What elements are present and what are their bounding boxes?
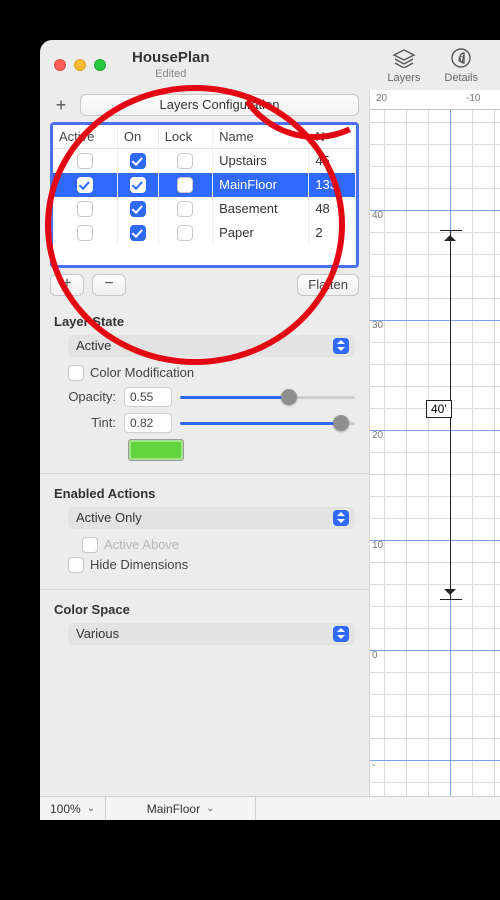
checkbox-icon [82,537,98,553]
layer-state-popup[interactable]: Active [68,335,355,357]
enabled-actions-heading: Enabled Actions [54,486,355,501]
svg-text:d: d [458,53,465,65]
status-bar: 100%⌄ MainFloor⌄ [40,796,500,820]
table-row[interactable]: Basement48 [53,197,356,221]
color-space-popup[interactable]: Various [68,623,355,645]
opacity-slider[interactable] [180,389,355,405]
add-layer-button[interactable]: + [50,274,84,296]
toolbar-details[interactable]: d Details [436,44,486,86]
checkbox-icon[interactable] [130,225,146,241]
hide-dimensions-checkbox[interactable]: Hide Dimensions [68,557,355,573]
layers-panel: + Layers Configuration Active On Lock Na… [40,90,370,796]
checkbox-icon[interactable] [77,153,93,169]
table-row[interactable]: Paper2 [53,221,356,245]
layers-icon [390,46,418,70]
active-above-checkbox: Active Above [82,537,355,553]
layer-name: MainFloor [213,173,309,197]
table-header: Active On Lock Name N [53,125,356,149]
layer-name: Basement [213,197,309,221]
checkbox-icon[interactable] [77,225,93,241]
layers-table[interactable]: Active On Lock Name N Upstairs45MainFloo… [50,122,359,268]
toolbar-layers[interactable]: Layers [379,44,428,86]
color-modification-checkbox[interactable]: Color Modification [68,365,355,381]
checkbox-icon[interactable] [177,153,193,169]
layer-count: 133 [309,173,356,197]
color-space-heading: Color Space [54,602,355,617]
checkbox-icon[interactable] [130,177,146,193]
minimize-icon[interactable] [74,59,86,71]
zoom-icon[interactable] [94,59,106,71]
layers-configuration-button[interactable]: Layers Configuration [80,94,359,116]
tint-field[interactable]: 0.82 [124,413,172,433]
checkbox-icon[interactable] [130,201,146,217]
window-title: HousePlan Edited [132,50,210,80]
checkbox-icon[interactable] [177,177,193,193]
chevron-updown-icon [333,510,349,526]
chevron-down-icon: ⌄ [206,803,214,814]
chevron-down-icon: ⌄ [87,803,95,814]
document-status: Edited [132,68,210,80]
drawing-canvas[interactable]: 20 -10 40 30 20 10 0 - 40' [370,90,500,796]
enabled-actions-popup[interactable]: Active Only [68,507,355,529]
close-icon[interactable] [54,59,66,71]
app-window: HousePlan Edited Layers d Details [40,40,500,820]
document-name: HousePlan [132,50,210,67]
layer-name: Upstairs [213,149,309,173]
checkbox-icon[interactable] [177,225,193,241]
layer-count: 2 [309,221,356,245]
layer-state-heading: Layer State [54,314,355,329]
active-layer-selector[interactable]: MainFloor⌄ [106,797,256,820]
flatten-button[interactable]: Flatten [297,274,359,296]
layer-count: 48 [309,197,356,221]
tint-color-swatch[interactable] [128,439,184,461]
chevron-updown-icon [333,338,349,354]
table-row[interactable]: MainFloor133 [53,173,356,197]
titlebar: HousePlan Edited Layers d Details [40,40,500,90]
window-controls [54,59,106,71]
dimension-label[interactable]: 40' [426,400,452,418]
opacity-field[interactable]: 0.55 [124,387,172,407]
ruler-vertical: 40 30 20 10 0 - [372,110,392,796]
chevron-updown-icon [333,626,349,642]
zoom-selector[interactable]: 100%⌄ [40,797,106,820]
tint-slider[interactable] [180,415,355,431]
remove-layer-button[interactable]: − [92,274,126,296]
ruler-horizontal: 20 -10 [370,90,500,110]
checkbox-icon[interactable] [77,177,93,193]
checkbox-icon [68,365,84,381]
checkbox-icon[interactable] [77,201,93,217]
checkbox-icon[interactable] [130,153,146,169]
table-row[interactable]: Upstairs45 [53,149,356,173]
layer-name: Paper [213,221,309,245]
layer-count: 45 [309,149,356,173]
checkbox-icon[interactable] [177,201,193,217]
checkbox-icon [68,557,84,573]
add-panel-button[interactable]: + [50,95,72,116]
details-icon: d [447,46,475,70]
